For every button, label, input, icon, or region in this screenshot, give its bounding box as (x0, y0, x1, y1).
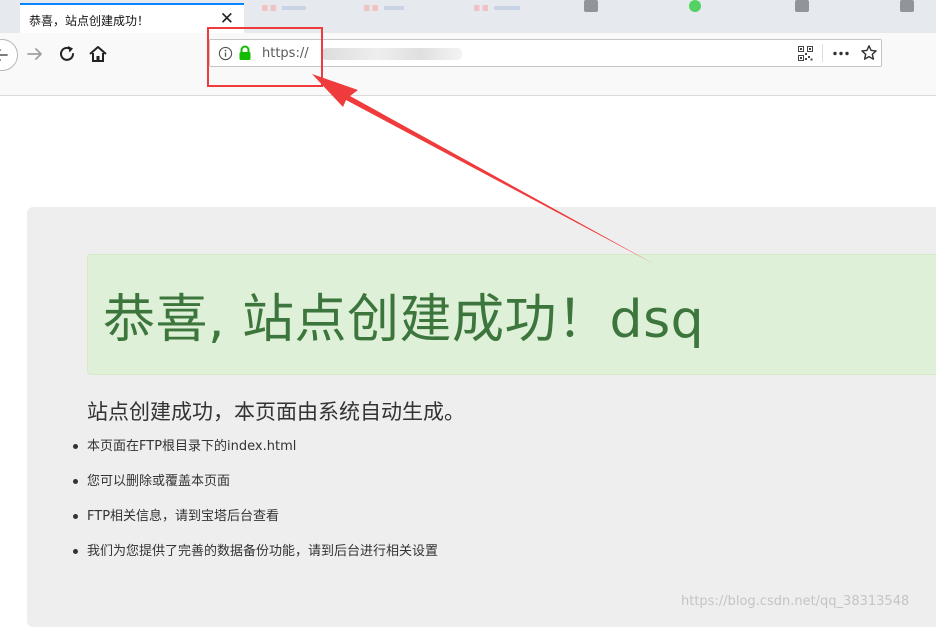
annotation-arrow (312, 74, 654, 264)
